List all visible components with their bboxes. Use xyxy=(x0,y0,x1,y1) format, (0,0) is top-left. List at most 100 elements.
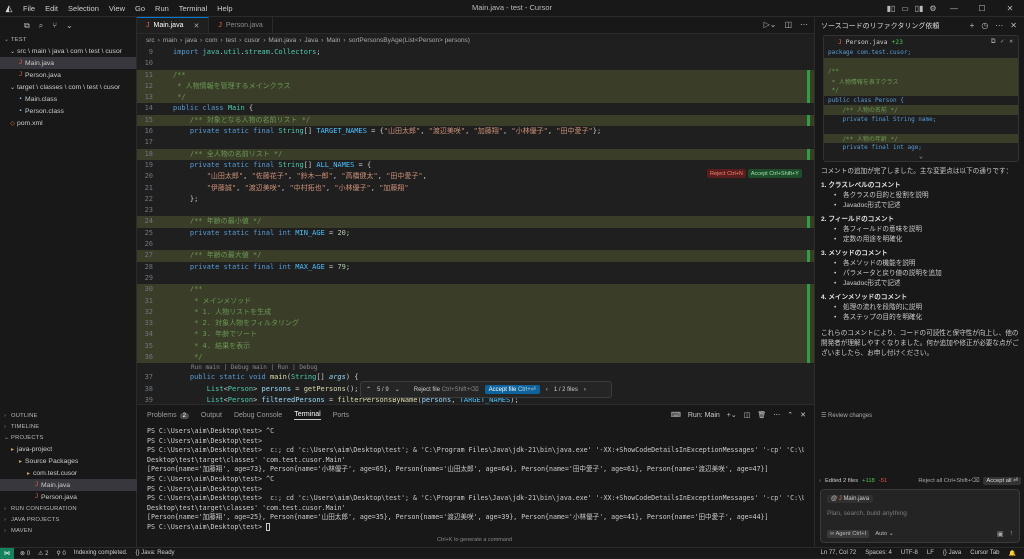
expand-icon[interactable]: › xyxy=(819,478,821,484)
menu-terminal[interactable]: Terminal xyxy=(174,4,212,13)
breadcrumb-item[interactable]: src xyxy=(146,37,155,44)
projects-section-header[interactable]: ⌄ PROJECTS xyxy=(0,432,137,443)
timeline-section-header[interactable]: › TIMELINE xyxy=(0,421,137,432)
menu-help[interactable]: Help xyxy=(212,4,237,13)
breadcrumb-item[interactable]: main xyxy=(163,37,177,44)
remote-indicator-icon[interactable]: ⋈ xyxy=(0,547,14,559)
tab-main-java[interactable]: J Main.java ✕ xyxy=(137,17,210,33)
inline-reject-button[interactable]: Reject Ctrl+N xyxy=(707,169,746,178)
tab-person-java[interactable]: J Person.java xyxy=(209,17,273,33)
run-icon[interactable]: ▷⌄ xyxy=(764,20,777,29)
outline-section-header[interactable]: › OUTLINE xyxy=(0,410,137,421)
ports-count[interactable]: ⚲ 0 xyxy=(56,550,65,557)
errors-count[interactable]: ⊗ 0 xyxy=(20,550,30,557)
project-tree-item[interactable]: J Main.java xyxy=(0,479,137,491)
code-lens[interactable]: Run main | Debug main | Run | Debug xyxy=(137,363,814,372)
close-tab-icon[interactable]: ✕ xyxy=(193,22,199,30)
breadcrumb-item[interactable]: test xyxy=(226,37,236,44)
project-tree-item[interactable]: J Person.java xyxy=(0,491,137,503)
indentation[interactable]: Spaces: 4 xyxy=(865,550,892,557)
next-file-icon[interactable]: › xyxy=(584,387,586,393)
cursor-position[interactable]: Ln 77, Col 72 xyxy=(821,550,857,557)
close-chat-icon[interactable]: ✕ xyxy=(1010,21,1017,30)
more-icon[interactable]: ⋯ xyxy=(995,21,1003,30)
breadcrumb-item[interactable]: sortPersonsByAge(List<Person> persons) xyxy=(349,37,470,44)
run-configuration-section-header[interactable]: › RUN CONFIGURATION xyxy=(0,503,137,514)
image-attach-icon[interactable]: ▣ xyxy=(997,530,1004,538)
accept-all-button[interactable]: Accept all ⏎ xyxy=(983,477,1021,485)
project-tree-item[interactable]: ▸ java-project xyxy=(0,443,137,455)
previous-change-icon[interactable]: ⌃ xyxy=(366,386,371,393)
breadcrumb-item[interactable]: com xyxy=(205,37,217,44)
run-config-label[interactable]: Run: Main xyxy=(688,412,720,419)
terminal-output[interactable]: PS C:\Users\aim\Desktop\test> ^C PS C:\Us… xyxy=(137,425,814,535)
file-tree-item[interactable]: J Person.java xyxy=(0,69,136,81)
trash-icon[interactable]: 🗑 xyxy=(757,411,766,419)
reject-file-button[interactable]: Reject file Ctrl+Shift+⌫ xyxy=(414,386,479,393)
model-selector[interactable]: Auto ⌄ xyxy=(875,531,893,537)
close-panel-icon[interactable]: ✕ xyxy=(800,411,806,419)
breadcrumb-item[interactable]: Main xyxy=(326,37,340,44)
maximize-panel-icon[interactable]: ⌃ xyxy=(787,411,793,419)
close-icon[interactable]: ✕ xyxy=(1009,38,1013,46)
more-actions-icon[interactable]: ⋯ xyxy=(800,20,808,29)
file-tree-item[interactable]: ▪ Person.class xyxy=(0,105,136,117)
encoding[interactable]: UTF-8 xyxy=(901,550,918,557)
notifications-icon[interactable]: 🔔 xyxy=(1009,550,1016,557)
check-icon[interactable]: ✓ xyxy=(1000,38,1004,46)
copy-icon[interactable]: ⧉ xyxy=(991,38,996,46)
menu-file[interactable]: File xyxy=(18,4,40,13)
next-change-icon[interactable]: ⌄ xyxy=(395,386,400,393)
menu-selection[interactable]: Selection xyxy=(63,4,104,13)
reject-all-button[interactable]: Reject all Ctrl+Shift+⌫ xyxy=(918,478,979,484)
new-chat-icon[interactable]: + xyxy=(970,21,975,30)
diff-file-name[interactable]: Person.java xyxy=(846,39,888,46)
warnings-count[interactable]: ⚠ 2 xyxy=(38,550,48,557)
panel-tab-debug-console[interactable]: Debug Console xyxy=(234,412,282,419)
settings-gear-icon[interactable]: ⚙ xyxy=(926,4,940,13)
send-icon[interactable]: ↑ xyxy=(1010,530,1014,538)
inline-accept-button[interactable]: Accept Ctrl+Shift+Y xyxy=(747,169,802,178)
file-tree-item[interactable]: ▪ Main.class xyxy=(0,93,136,105)
source-control-icon[interactable]: ⑂ xyxy=(52,21,57,30)
menu-edit[interactable]: Edit xyxy=(40,4,63,13)
search-icon[interactable]: ⌕ xyxy=(39,21,43,31)
toggle-panel-icon[interactable]: ▭ xyxy=(898,4,912,13)
split-terminal-icon[interactable]: ◫ xyxy=(744,411,751,419)
context-file-chip[interactable]: @ J Main.java xyxy=(827,495,874,503)
file-tree-item[interactable]: ⌄ src \ main \ java \ com \ test \ cusor xyxy=(0,45,136,57)
breadcrumb-item[interactable]: Java xyxy=(304,37,318,44)
cursor-tab-status[interactable]: Cursor Tab xyxy=(970,550,999,557)
toggle-secondary-sidebar-icon[interactable]: ▯▮ xyxy=(912,4,926,13)
file-tree-item[interactable]: J Main.java xyxy=(0,57,136,69)
end-of-line[interactable]: LF xyxy=(927,550,934,557)
panel-tab-terminal[interactable]: Terminal xyxy=(294,411,321,420)
expand-chevron-icon[interactable]: ⌄ xyxy=(824,152,1018,160)
agent-mode-selector[interactable]: ∞ Agent Ctrl+I xyxy=(827,530,870,538)
maximize-button[interactable]: ☐ xyxy=(968,4,996,13)
new-terminal-icon[interactable]: +⌄ xyxy=(727,411,737,419)
more-icon[interactable]: ⋯ xyxy=(773,411,780,419)
chat-composer[interactable]: @ J Main.java Plan, search, build anythi… xyxy=(820,489,1020,543)
accept-file-button[interactable]: Accept file Ctrl+⏎ xyxy=(484,385,540,394)
file-tree-item[interactable]: ⌄ target \ classes \ com \ test \ cusor xyxy=(0,81,136,93)
java-projects-section-header[interactable]: › JAVA PROJECTS xyxy=(0,514,137,525)
maven-section-header[interactable]: › MAVEN xyxy=(0,525,137,536)
previous-file-icon[interactable]: ‹ xyxy=(546,387,548,393)
split-editor-icon[interactable]: ◫ xyxy=(784,20,792,29)
breadcrumb-item[interactable]: java xyxy=(185,37,197,44)
project-tree-item[interactable]: ▸ com.test.cusor xyxy=(0,467,137,479)
toggle-primary-sidebar-icon[interactable]: ▮▯ xyxy=(884,4,898,13)
review-changes-link[interactable]: ☰ Review changes xyxy=(821,412,872,419)
java-status[interactable]: {} Java: Ready xyxy=(136,550,175,557)
menu-go[interactable]: Go xyxy=(130,4,150,13)
explorer-root-header[interactable]: ⌄ TEST xyxy=(0,34,136,45)
language-mode[interactable]: {} Java xyxy=(943,550,961,557)
code-view[interactable]: 9 import java.util.stream.Collectors; 10 11… xyxy=(137,47,814,404)
panel-tab-output[interactable]: Output xyxy=(201,412,222,419)
minimize-button[interactable]: — xyxy=(940,4,968,13)
more-icon[interactable]: ⌄ xyxy=(66,21,73,30)
project-tree-item[interactable]: ▸ Source Packages xyxy=(0,455,137,467)
panel-tab-ports[interactable]: Ports xyxy=(333,412,349,419)
menu-view[interactable]: View xyxy=(104,4,130,13)
